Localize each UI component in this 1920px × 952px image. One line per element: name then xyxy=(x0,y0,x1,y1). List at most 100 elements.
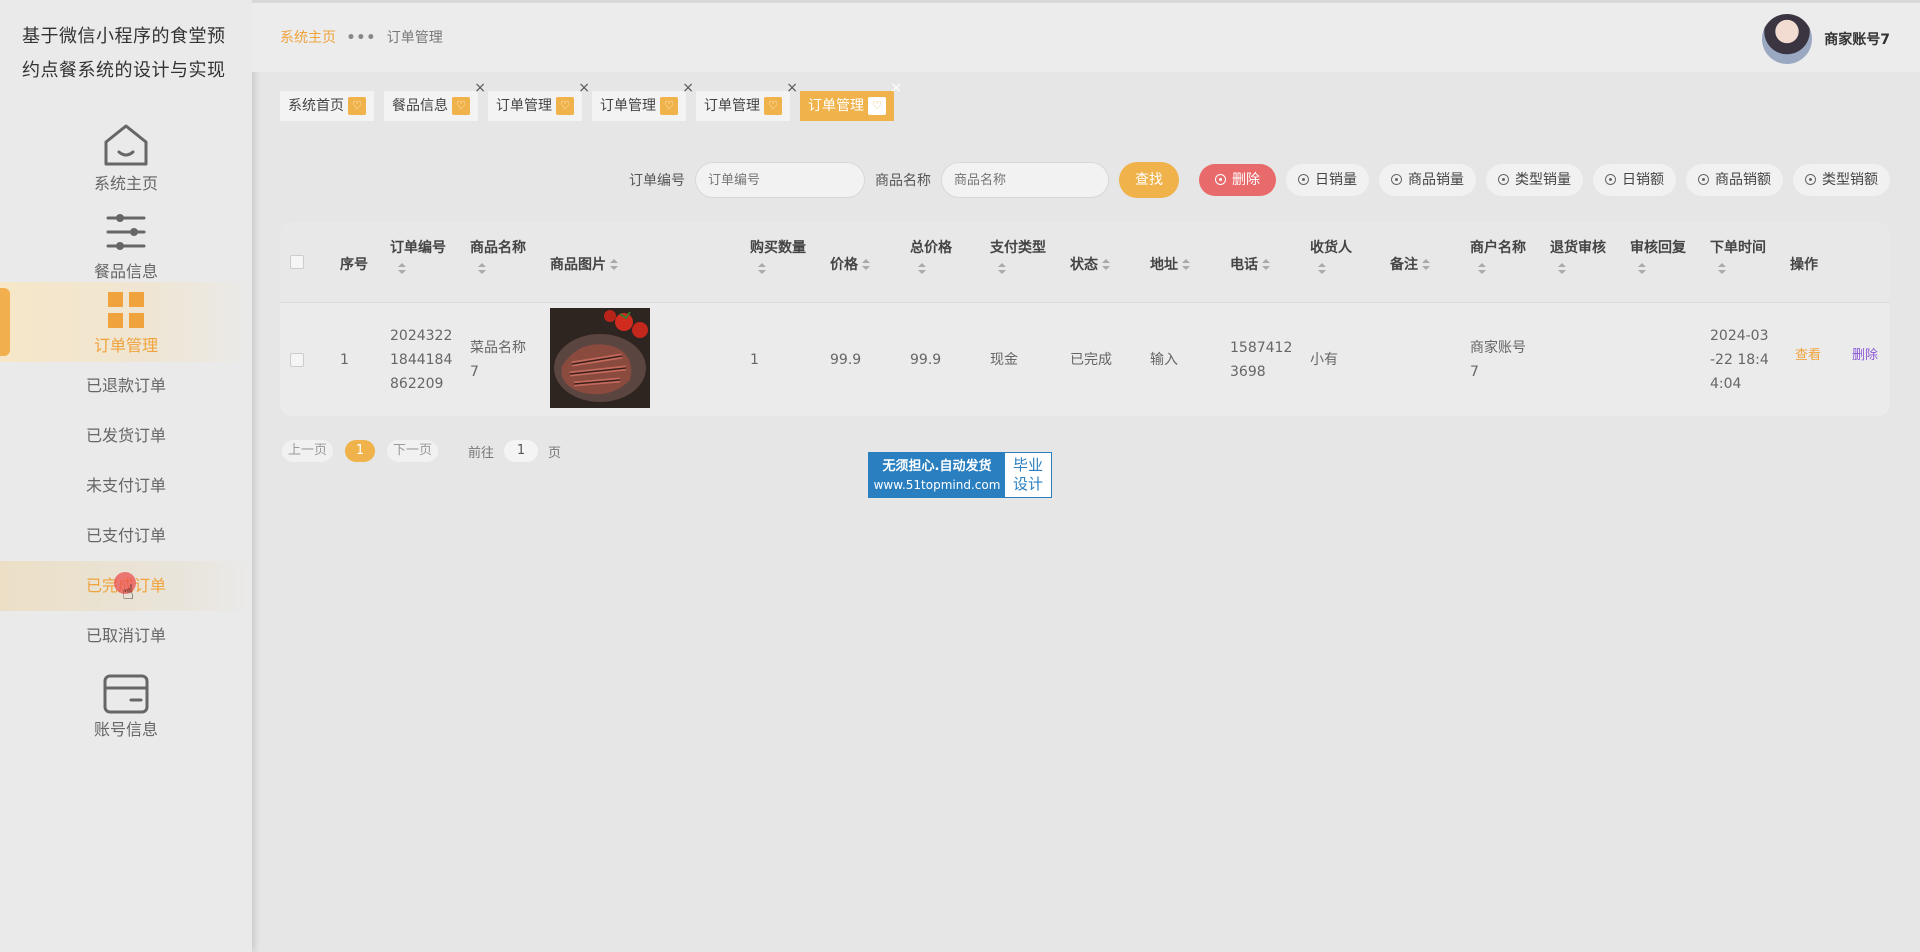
sort-icon[interactable] xyxy=(1318,263,1326,275)
heart-icon: ♡ xyxy=(764,97,782,115)
sidebar-subitem-unpaid[interactable]: 未支付订单 xyxy=(0,461,252,511)
product-revenue-button[interactable]: 商品销额 xyxy=(1686,164,1783,196)
sort-icon[interactable] xyxy=(1262,259,1270,271)
column-header[interactable]: 地址 xyxy=(1150,254,1190,274)
column-header[interactable]: 总价格 xyxy=(910,237,952,275)
goto-page-input[interactable]: 1 xyxy=(504,440,539,462)
sidebar-item-orders[interactable]: 订单管理 xyxy=(0,282,252,362)
sidebar-subitem-refunded[interactable]: 已退款订单 xyxy=(0,361,252,411)
row-checkbox[interactable] xyxy=(290,353,304,367)
close-icon[interactable]: × xyxy=(890,81,902,95)
column-header[interactable]: 状态 xyxy=(1070,254,1110,274)
column-header-label: 地址 xyxy=(1150,257,1178,273)
type-revenue-button[interactable]: 类型销额 xyxy=(1793,164,1890,196)
sort-icon[interactable] xyxy=(478,263,486,275)
tab-home[interactable]: 系统首页 ♡ xyxy=(280,91,374,121)
close-icon[interactable]: × xyxy=(578,81,590,95)
column-header: 操作 xyxy=(1790,257,1818,273)
sort-icon[interactable] xyxy=(1102,259,1110,271)
daily-revenue-button[interactable]: 日销额 xyxy=(1593,164,1676,196)
sidebar-subitem-shipped[interactable]: 已发货订单 xyxy=(0,411,252,461)
sidebar-subitem-cancelled[interactable]: 已取消订单 xyxy=(0,611,252,661)
daily-sales-button[interactable]: 日销量 xyxy=(1286,164,1369,196)
sort-icon[interactable] xyxy=(1478,263,1486,275)
sidebar-item-account[interactable]: 账号信息 xyxy=(0,674,252,740)
column-header[interactable]: 退货审核 xyxy=(1550,237,1606,275)
home-icon xyxy=(104,124,148,166)
sort-icon[interactable] xyxy=(1558,263,1566,275)
watermark-side: 毕业 设计 xyxy=(1005,453,1051,497)
tab-orders-active[interactable]: 订单管理 ♡ × xyxy=(800,81,902,121)
sort-icon[interactable] xyxy=(998,263,1006,275)
column-header[interactable]: 商户名称 xyxy=(1470,237,1526,275)
select-all-checkbox[interactable] xyxy=(290,255,304,269)
radio-icon xyxy=(1298,174,1309,185)
sort-icon[interactable] xyxy=(1422,259,1430,271)
column-header[interactable]: 价格 xyxy=(830,254,870,274)
radio-icon xyxy=(1215,174,1226,185)
column-header-label: 电话 xyxy=(1230,257,1258,273)
tab-orders[interactable]: 订单管理 ♡ × xyxy=(592,81,694,121)
column-header[interactable]: 购买数量 xyxy=(750,237,806,275)
tab-label: 订单管理 xyxy=(600,98,656,114)
pagination: 上一页 1 下一页 前往 1 页 xyxy=(282,440,561,462)
column-header[interactable]: 商品名称 xyxy=(470,237,526,275)
sort-icon[interactable] xyxy=(758,263,766,275)
user-name[interactable]: 商家账号7 xyxy=(1824,29,1890,49)
sort-icon[interactable] xyxy=(1638,263,1646,275)
delete-row-button[interactable]: 删除 xyxy=(1852,344,1878,368)
sort-icon[interactable] xyxy=(1718,263,1726,275)
sidebar-subitem-paid[interactable]: 已支付订单 xyxy=(0,511,252,561)
cell-receiver: 小有 xyxy=(1310,352,1338,368)
column-header[interactable]: 商品图片 xyxy=(550,254,618,274)
column-header[interactable]: 下单时间 xyxy=(1710,237,1766,275)
page-unit-label: 页 xyxy=(548,445,562,461)
column-header[interactable]: 支付类型 xyxy=(990,237,1046,275)
cell-order-time: 2024-03 -22 18:4 4:04 xyxy=(1710,324,1780,396)
cell-text: 7 xyxy=(470,364,479,380)
tab-orders[interactable]: 订单管理 ♡ × xyxy=(488,81,590,121)
breadcrumb-current: 订单管理 xyxy=(386,30,443,46)
watermark-badge: 无须担心.自动发货 www.51topmind.com 毕业 设计 xyxy=(868,452,1052,498)
close-icon[interactable]: × xyxy=(786,81,798,95)
product-sales-button[interactable]: 商品销量 xyxy=(1379,164,1476,196)
find-button[interactable]: 查找 xyxy=(1119,162,1179,198)
next-page-button[interactable]: 下一页 xyxy=(387,440,439,462)
sort-icon[interactable] xyxy=(398,263,406,275)
product-name-input[interactable] xyxy=(941,162,1109,198)
avatar[interactable] xyxy=(1762,14,1813,64)
sort-icon[interactable] xyxy=(610,259,618,271)
column-header[interactable]: 电话 xyxy=(1230,254,1270,274)
column-header[interactable]: 备注 xyxy=(1390,254,1430,274)
close-icon[interactable]: × xyxy=(682,81,694,95)
sidebar-item-food[interactable]: 餐品信息 xyxy=(0,210,252,282)
type-sales-button[interactable]: 类型销量 xyxy=(1486,164,1583,196)
close-icon[interactable]: × xyxy=(474,81,486,95)
column-header-label: 购买数量 xyxy=(750,240,806,256)
sidebar-item-home[interactable]: 系统主页 xyxy=(0,122,252,194)
view-button[interactable]: 查看 xyxy=(1795,344,1821,368)
cell-price: 99.9 xyxy=(830,352,862,368)
sort-icon[interactable] xyxy=(918,263,926,275)
table-row: 1 2024322 1844184 862209 菜品名称 7 1 99.9 9… xyxy=(280,304,1890,416)
sort-icon[interactable] xyxy=(862,259,870,271)
tab-orders[interactable]: 订单管理 ♡ × xyxy=(696,81,798,121)
radio-icon xyxy=(1605,174,1616,185)
watermark-side1: 毕业 xyxy=(1012,456,1043,474)
breadcrumb-home[interactable]: 系统主页 xyxy=(280,30,336,46)
tab-label: 订单管理 xyxy=(496,98,552,114)
column-header[interactable]: 收货人 xyxy=(1310,237,1352,275)
product-image[interactable] xyxy=(550,308,650,408)
order-no-input[interactable] xyxy=(695,162,865,198)
page-number[interactable]: 1 xyxy=(345,440,376,462)
tab-food[interactable]: 餐品信息 ♡ × xyxy=(384,81,486,121)
prev-page-button[interactable]: 上一页 xyxy=(282,440,334,462)
cell-text: 商家账号 xyxy=(1470,340,1526,356)
column-header[interactable]: 订单编号 xyxy=(390,237,446,275)
cell-phone: 1587412 3698 xyxy=(1230,336,1300,384)
button-label: 日销量 xyxy=(1315,172,1357,188)
user-menu[interactable]: 商家账号7 xyxy=(1762,13,1890,65)
column-header[interactable]: 审核回复 xyxy=(1630,237,1686,275)
delete-button[interactable]: 删除 xyxy=(1199,164,1276,196)
sort-icon[interactable] xyxy=(1182,259,1190,271)
